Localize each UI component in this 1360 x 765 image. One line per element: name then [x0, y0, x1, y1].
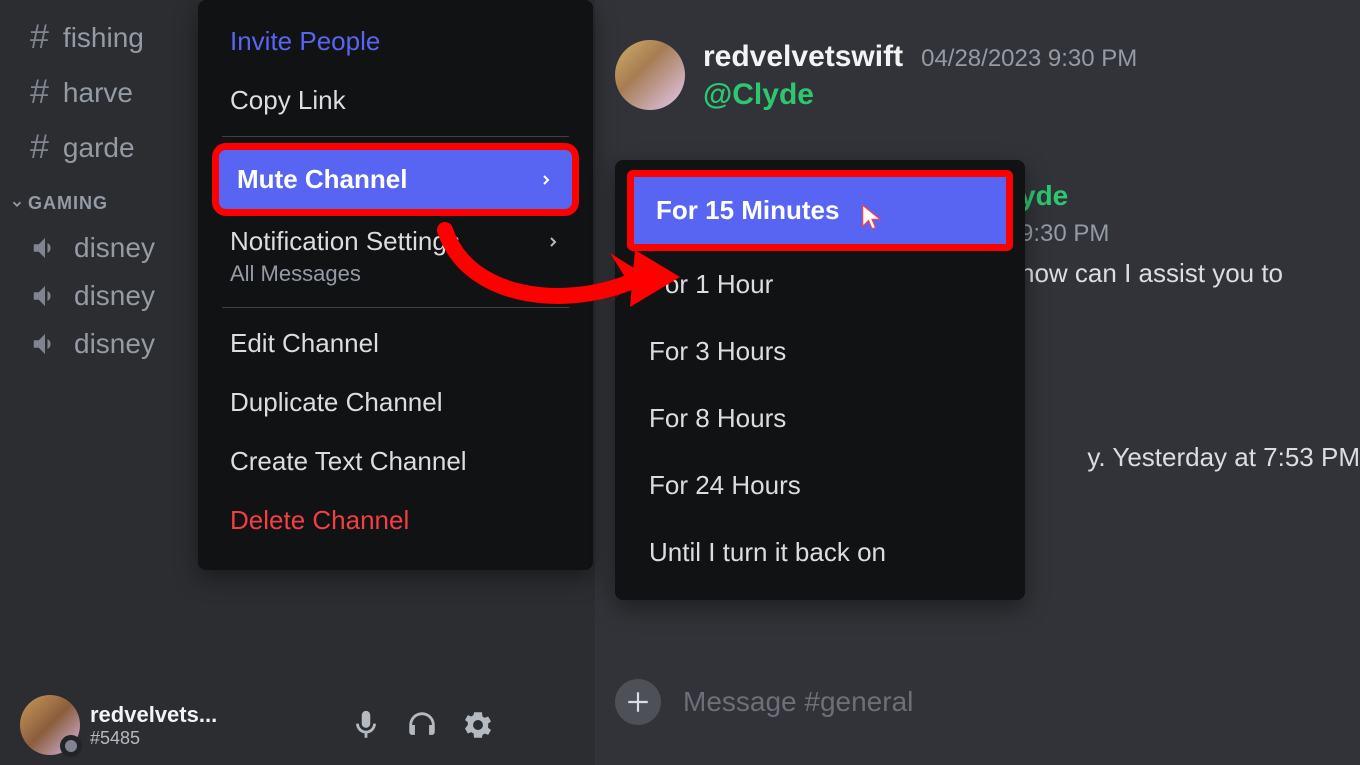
menu-copy-link[interactable]: Copy Link	[212, 71, 579, 130]
user-name: redvelvets...	[90, 702, 339, 728]
category-label: GAMING	[28, 193, 108, 214]
menu-label: Delete Channel	[230, 505, 409, 536]
channel-sidebar: # fishing # harve # garde GAMING disney …	[0, 0, 220, 765]
deafen-icon[interactable]	[405, 708, 439, 742]
category-gaming[interactable]: GAMING	[0, 175, 220, 224]
menu-separator	[222, 307, 569, 308]
plus-icon	[625, 689, 651, 715]
hash-icon: #	[30, 73, 49, 112]
cursor-icon	[858, 203, 886, 231]
reply-message: yde 9:30 PM how can I assist you to	[1020, 180, 1360, 289]
user-tag: #5485	[90, 728, 339, 749]
mute-duration-submenu: For 15 Minutes For 1 Hour For 3 Hours Fo…	[615, 160, 1025, 600]
message-timestamp: 04/28/2023 9:30 PM	[921, 45, 1137, 73]
settings-gear-icon[interactable]	[461, 708, 495, 742]
chevron-right-icon	[538, 172, 554, 188]
reply-timestamp: 9:30 PM	[1020, 220, 1360, 248]
text-channel-harve[interactable]: # harve	[0, 65, 220, 120]
channel-label: garde	[63, 132, 135, 164]
menu-label: Notification Settings	[230, 226, 460, 257]
hash-icon: #	[30, 18, 49, 57]
channel-label: disney	[74, 328, 155, 360]
menu-duplicate-channel[interactable]: Duplicate Channel	[212, 373, 579, 432]
chevron-down-icon	[10, 197, 24, 211]
hash-icon: #	[30, 128, 49, 167]
menu-edit-channel[interactable]: Edit Channel	[212, 314, 579, 373]
menu-label: Edit Channel	[230, 328, 379, 359]
submenu-label: For 3 Hours	[649, 336, 786, 366]
channel-label: disney	[74, 232, 155, 264]
menu-label: Copy Link	[230, 85, 346, 116]
mute-3-hours[interactable]: For 3 Hours	[627, 318, 1013, 385]
menu-mute-channel[interactable]: Mute Channel	[212, 143, 579, 216]
speaker-icon	[30, 329, 60, 359]
add-attachment-button[interactable]	[615, 679, 661, 725]
submenu-label: For 1 Hour	[649, 269, 773, 299]
submenu-label: For 15 Minutes	[656, 195, 839, 225]
user-info[interactable]: redvelvets... #5485	[90, 702, 339, 749]
menu-notification-settings[interactable]: Notification Settings All Messages	[212, 216, 579, 301]
channel-label: harve	[63, 77, 133, 109]
mute-15-minutes[interactable]: For 15 Minutes	[627, 170, 1013, 251]
message: redvelvetswift 04/28/2023 9:30 PM @Clyde	[595, 30, 1360, 122]
message-body: redvelvetswift 04/28/2023 9:30 PM @Clyde	[703, 40, 1340, 112]
voice-channel-disney-3[interactable]: disney	[0, 320, 220, 368]
chevron-right-icon	[545, 234, 561, 250]
menu-label: Duplicate Channel	[230, 387, 442, 418]
speaker-icon	[30, 281, 60, 311]
menu-separator	[222, 136, 569, 137]
message-input[interactable]: Message #general	[683, 686, 913, 718]
menu-delete-channel[interactable]: Delete Channel	[212, 491, 579, 550]
text-channel-fishing[interactable]: # fishing	[0, 10, 220, 65]
menu-label: Invite People	[230, 26, 380, 57]
menu-invite-people[interactable]: Invite People	[212, 12, 579, 71]
message-input-bar: Message #general	[615, 674, 1320, 730]
user-panel: redvelvets... #5485	[20, 685, 495, 765]
menu-label: Create Text Channel	[230, 446, 467, 477]
avatar[interactable]	[615, 40, 685, 110]
channel-label: disney	[74, 280, 155, 312]
speaker-icon	[30, 233, 60, 263]
mute-24-hours[interactable]: For 24 Hours	[627, 452, 1013, 519]
later-timestamp: y. Yesterday at 7:53 PM	[1087, 442, 1360, 473]
mute-until-turned-on[interactable]: Until I turn it back on	[627, 519, 1013, 586]
submenu-label: For 24 Hours	[649, 470, 801, 500]
mute-8-hours[interactable]: For 8 Hours	[627, 385, 1013, 452]
voice-channel-disney-1[interactable]: disney	[0, 224, 220, 272]
message-username[interactable]: redvelvetswift	[703, 40, 903, 74]
mute-mic-icon[interactable]	[349, 708, 383, 742]
user-avatar[interactable]	[20, 695, 80, 755]
channel-context-menu: Invite People Copy Link Mute Channel Not…	[198, 0, 593, 570]
reply-username[interactable]: yde	[1020, 180, 1360, 212]
channel-label: fishing	[63, 22, 144, 54]
voice-channel-disney-2[interactable]: disney	[0, 272, 220, 320]
message-mention[interactable]: @Clyde	[703, 78, 1340, 112]
menu-label: Mute Channel	[237, 164, 407, 195]
menu-sublabel: All Messages	[230, 261, 561, 287]
status-indicator	[60, 735, 82, 757]
submenu-label: Until I turn it back on	[649, 537, 886, 567]
text-channel-garde[interactable]: # garde	[0, 120, 220, 175]
reply-text: how can I assist you to	[1020, 258, 1360, 289]
menu-create-text-channel[interactable]: Create Text Channel	[212, 432, 579, 491]
mute-1-hour[interactable]: For 1 Hour	[627, 251, 1013, 318]
submenu-label: For 8 Hours	[649, 403, 786, 433]
